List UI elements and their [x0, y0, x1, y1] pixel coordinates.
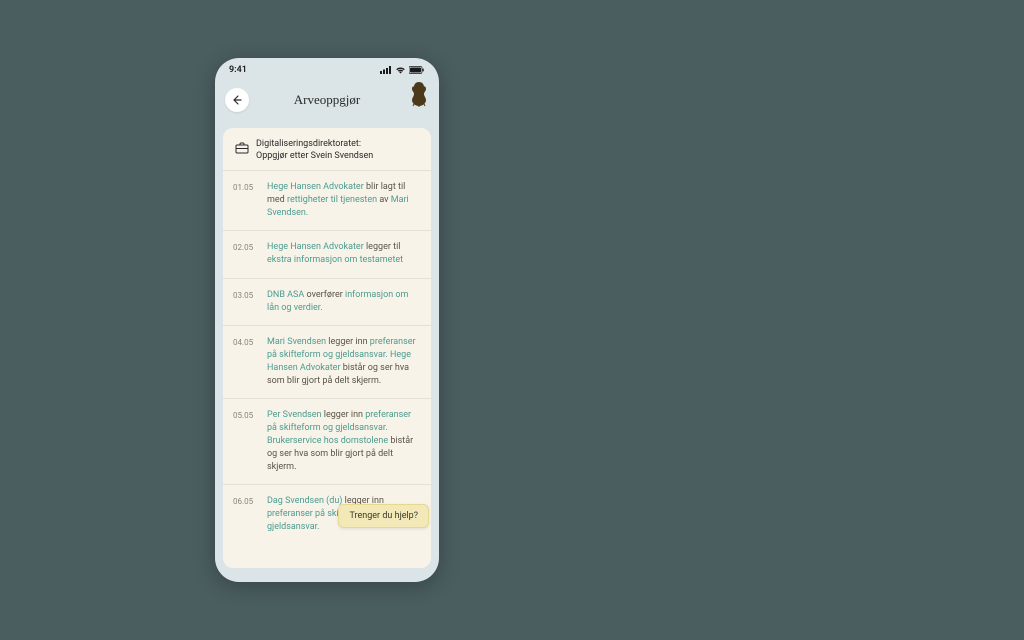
feed-text: legger til — [364, 242, 401, 252]
feed-link[interactable]: Per Svendsen — [267, 410, 322, 420]
wifi-icon — [395, 66, 406, 74]
signal-icon — [380, 66, 392, 74]
feed-link[interactable]: ekstra informasjon om testametet — [267, 255, 403, 265]
feed-link[interactable]: Dag Svendsen (du) — [267, 496, 342, 506]
feed-date: 05.05 — [233, 410, 253, 422]
feed-text: legger inn — [322, 410, 366, 420]
feed-item[interactable]: 04.05 Mari Svendsen legger inn preferanse… — [223, 326, 431, 399]
crest-icon — [407, 80, 431, 108]
feed-date: 06.05 — [233, 496, 253, 508]
status-indicators — [380, 66, 425, 74]
feed-body: Per Svendsen legger inn preferanser på s… — [267, 410, 413, 472]
activity-feed[interactable]: 01.05 Hege Hansen Advokater blir lagt til… — [223, 171, 431, 544]
feed-body: Mari Svendsen legger inn preferanser på … — [267, 337, 416, 386]
feed-link[interactable]: rettigheter til tjenesten — [287, 195, 377, 205]
phone-frame: 9:41 Arveoppgj — [215, 58, 439, 582]
feed-item[interactable]: 01.05 Hege Hansen Advokater blir lagt til… — [223, 171, 431, 231]
feed-date: 04.05 — [233, 337, 253, 349]
feed-text: overfører — [304, 290, 345, 300]
page-title: Arveoppgjør — [215, 92, 439, 108]
feed-body: Hege Hansen Advokater legger til ekstra … — [267, 242, 403, 265]
feed-link[interactable]: Brukerservice hos domstolene — [267, 436, 388, 446]
card-header-text: Digitaliseringsdirektoratet: Oppgjør ett… — [256, 138, 373, 162]
feed-item[interactable]: 05.05 Per Svendsen legger inn preferanser… — [223, 399, 431, 485]
help-bubble[interactable]: Trenger du hjelp? — [338, 504, 429, 528]
feed-date: 01.05 — [233, 182, 253, 194]
feed-link[interactable]: DNB ASA — [267, 290, 304, 300]
briefcase-icon — [235, 139, 249, 158]
page-header: Arveoppgjør — [215, 82, 439, 128]
feed-date: 03.05 — [233, 290, 253, 302]
battery-icon — [409, 66, 425, 74]
activity-card: Digitaliseringsdirektoratet: Oppgjør ett… — [223, 128, 431, 568]
feed-date: 02.05 — [233, 242, 253, 254]
status-bar: 9:41 — [215, 58, 439, 82]
feed-item[interactable]: 02.05 Hege Hansen Advokater legger til ek… — [223, 231, 431, 278]
feed-link[interactable]: Hege Hansen Advokater — [267, 182, 364, 192]
card-header-line2: Oppgjør etter Svein Svendsen — [256, 150, 373, 162]
feed-text: av — [377, 195, 391, 205]
status-time: 9:41 — [229, 65, 247, 75]
feed-link[interactable]: Hege Hansen Advokater — [267, 242, 364, 252]
feed-body: DNB ASA overfører informasjon om lån og … — [267, 290, 408, 313]
feed-body: Hege Hansen Advokater blir lagt til med … — [267, 182, 409, 218]
feed-link[interactable]: Mari Svendsen — [267, 337, 326, 347]
feed-item[interactable]: 03.05 DNB ASA overfører informasjon om lå… — [223, 279, 431, 326]
card-header: Digitaliseringsdirektoratet: Oppgjør ett… — [223, 128, 431, 171]
feed-text: legger inn — [326, 337, 370, 347]
card-header-line1: Digitaliseringsdirektoratet: — [256, 138, 373, 150]
